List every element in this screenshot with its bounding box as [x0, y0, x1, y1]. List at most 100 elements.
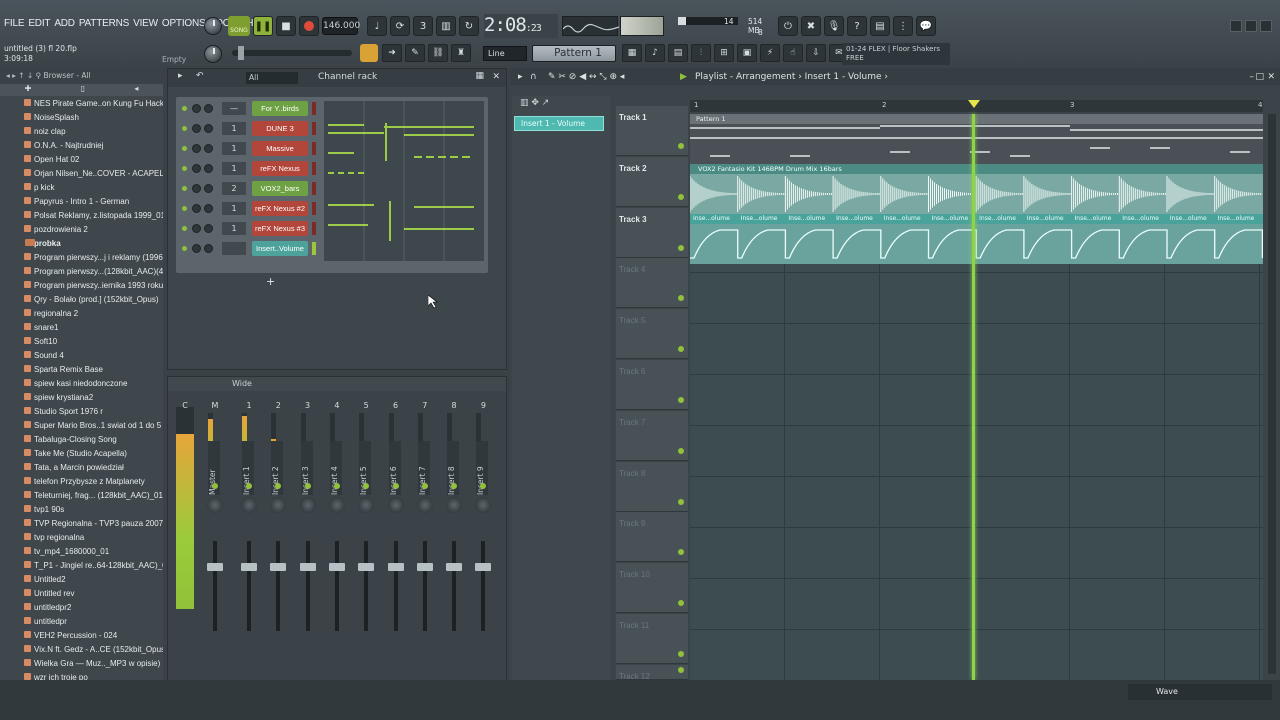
- browser-file[interactable]: pozdrowienia 2: [0, 222, 163, 236]
- close-all-button[interactable]: ✖: [801, 16, 821, 36]
- stamp-button[interactable]: ♜: [451, 44, 471, 62]
- menu-edit[interactable]: EDIT: [26, 18, 52, 29]
- browser-file[interactable]: spiew kasi niedodonczone: [0, 376, 163, 390]
- channel-mixer-track[interactable]: 1: [222, 142, 246, 155]
- strip-enable-led[interactable]: [304, 483, 311, 489]
- channel-volume-knob[interactable]: [192, 144, 201, 153]
- track-header[interactable]: Track 12: [616, 664, 688, 681]
- selected-clip-source[interactable]: Insert 1 - Volume: [514, 116, 604, 131]
- clip-source-icons[interactable]: ▥ ✥ ↗: [520, 98, 549, 108]
- mixer-view-label[interactable]: Wide: [232, 379, 252, 388]
- track-header[interactable]: Track 5: [616, 309, 688, 360]
- download-toggle[interactable]: ⇩: [806, 44, 826, 62]
- strip-pan-knob[interactable]: [416, 497, 433, 513]
- channel-pan-knob[interactable]: [204, 224, 213, 233]
- play-button[interactable]: ❚❚: [253, 16, 273, 36]
- strip-volume-fader[interactable]: [364, 541, 369, 631]
- track-mute-led[interactable]: [678, 193, 684, 200]
- browser-file[interactable]: tv_mp4_1680000_01: [0, 544, 163, 558]
- draw-button[interactable]: ✎: [405, 44, 425, 62]
- channel-name-button[interactable]: VOX2_bars: [252, 181, 308, 196]
- strip-volume-fader[interactable]: [452, 541, 457, 631]
- strip-volume-fader[interactable]: [247, 541, 251, 631]
- channel-active-led[interactable]: [182, 166, 187, 171]
- browser-file[interactable]: Take Me (Studio Acapella): [0, 446, 163, 460]
- strip-enable-led[interactable]: [333, 483, 340, 489]
- channel-active-led[interactable]: [182, 106, 187, 111]
- channel-mixer-track[interactable]: —: [222, 102, 246, 115]
- browser-file[interactable]: Vix.N ft. Gedz - A..CE (152kbit_Opus): [0, 642, 163, 656]
- master-pitch-slider[interactable]: [232, 46, 352, 60]
- channel-select-indicator[interactable]: [312, 182, 316, 195]
- channel-filter-select[interactable]: All: [246, 72, 298, 84]
- channel-active-led[interactable]: [182, 246, 187, 251]
- strip-enable-led[interactable]: [212, 483, 218, 489]
- channel-mixer-track[interactable]: 1: [222, 202, 246, 215]
- channel-select-indicator[interactable]: [312, 122, 316, 135]
- wait-input-button[interactable]: ⟳: [390, 16, 410, 36]
- browser-file[interactable]: Untitled rev: [0, 586, 163, 600]
- menu-options[interactable]: OPTIONS: [160, 18, 208, 29]
- strip-pan-knob[interactable]: [475, 497, 492, 513]
- strip-enable-led[interactable]: [392, 483, 399, 489]
- strip-pan-knob[interactable]: [299, 497, 316, 513]
- plugin-picker-toggle[interactable]: ▣: [737, 44, 757, 62]
- channel-pan-knob[interactable]: [204, 144, 213, 153]
- fader-handle[interactable]: [207, 563, 223, 571]
- fader-handle[interactable]: [475, 563, 492, 571]
- channel-active-led[interactable]: [182, 126, 187, 131]
- browser-file[interactable]: Polsat Reklamy, z.listopada 1999_01: [0, 208, 163, 222]
- browser-file[interactable]: Open Hat 02: [0, 152, 163, 166]
- menu-patterns[interactable]: PATTERNS: [77, 18, 131, 29]
- track-header[interactable]: Track 6: [616, 360, 688, 410]
- browser-file[interactable]: Untitled2: [0, 572, 163, 586]
- track-mute-led[interactable]: [678, 447, 684, 454]
- browser-file[interactable]: Soft10: [0, 334, 163, 348]
- track-header[interactable]: Track 11: [616, 614, 688, 664]
- plugin-db-toggle[interactable]: ⚡: [760, 44, 780, 62]
- wave-selector[interactable]: Wave: [1128, 684, 1272, 700]
- browser-file[interactable]: noiz clap: [0, 124, 163, 138]
- record-button[interactable]: [299, 16, 319, 36]
- channel-pan-knob[interactable]: [204, 124, 213, 133]
- channel-volume-knob[interactable]: [192, 204, 201, 213]
- browser-file[interactable]: Program pierwszy...(128kbit_AAC)(4): [0, 264, 163, 278]
- save-button[interactable]: ▤: [870, 16, 890, 36]
- track-mute-led[interactable]: [678, 397, 684, 403]
- strip-pan-knob[interactable]: [270, 497, 287, 513]
- channel-name-button[interactable]: Insert..Volume: [252, 241, 308, 256]
- browser-file[interactable]: p kick: [0, 180, 163, 194]
- close-icon[interactable]: ✕: [492, 72, 500, 82]
- browser-file[interactable]: NES Pirate Game..on Kung Fu Hack): [0, 96, 163, 110]
- track-header[interactable]: Track 10: [616, 563, 688, 614]
- channel-mixer-track[interactable]: [222, 242, 246, 255]
- chat-button[interactable]: 💬: [916, 16, 936, 36]
- channel-select-indicator[interactable]: [312, 242, 316, 255]
- channel-mixer-track[interactable]: 1: [222, 122, 246, 135]
- channel-select-indicator[interactable]: [312, 142, 316, 155]
- track-header[interactable]: Track 3: [616, 207, 688, 258]
- pattern-selector[interactable]: Pattern 1: [532, 45, 616, 62]
- playlist-menu-icon[interactable]: ▸: [518, 72, 523, 82]
- track-mute-led[interactable]: [678, 666, 684, 673]
- browser-file[interactable]: Teleturniej, frag... (128kbit_AAC)_01: [0, 488, 163, 502]
- track-header[interactable]: Track 7: [616, 410, 688, 461]
- menu-file[interactable]: FILE: [2, 18, 26, 29]
- strip-pan-knob[interactable]: [358, 497, 375, 513]
- loop-record-button[interactable]: ↻: [459, 16, 479, 36]
- fader-handle[interactable]: [416, 563, 433, 571]
- browser-file[interactable]: Sound 4: [0, 348, 163, 362]
- browser-file[interactable]: untitledpr2: [0, 600, 163, 614]
- track-mute-led[interactable]: [678, 143, 684, 149]
- playhead-marker[interactable]: [968, 100, 980, 108]
- rack-grid-icon[interactable]: ▦: [475, 71, 484, 81]
- strip-pan-knob[interactable]: [446, 497, 463, 513]
- metronome-button[interactable]: ♩: [367, 16, 387, 36]
- strip-volume-fader[interactable]: [422, 541, 427, 631]
- channel-mixer-track[interactable]: 1: [222, 222, 246, 235]
- track-header[interactable]: Track 2: [616, 156, 688, 207]
- rack-menu-icon[interactable]: ▸: [178, 71, 183, 81]
- channel-volume-knob[interactable]: [192, 124, 201, 133]
- track-header[interactable]: Track 1: [616, 106, 688, 156]
- channel-active-led[interactable]: [182, 186, 187, 191]
